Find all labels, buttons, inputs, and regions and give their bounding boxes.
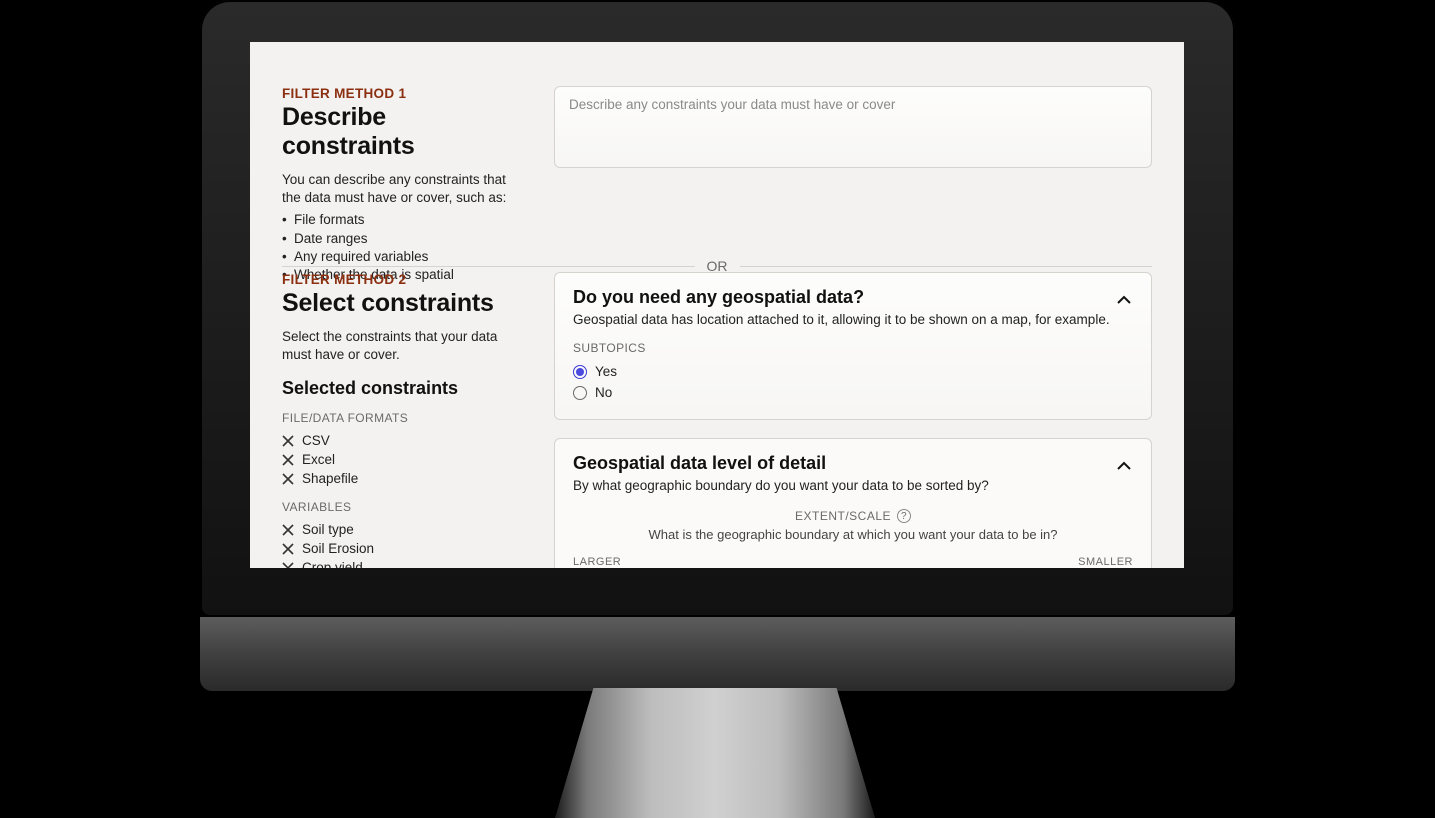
bullet: File formats	[294, 211, 514, 229]
radio-icon	[573, 386, 587, 400]
constraints-textarea[interactable]: Describe any constraints your data must …	[554, 86, 1152, 168]
left-panel-2: FILTER METHOD 2 Select constraints Selec…	[282, 272, 514, 568]
close-icon[interactable]	[282, 473, 294, 485]
chip-label: Soil Erosion	[302, 541, 374, 556]
chip-label: Crop yield	[302, 560, 363, 568]
extent-scale-hint: What is the geographic boundary at which…	[573, 527, 1133, 542]
geo-detail-sub: By what geographic boundary do you want …	[573, 477, 989, 495]
app-screen: FILTER METHOD 1 Describe constraints You…	[250, 42, 1184, 568]
chip-label: Soil type	[302, 522, 354, 537]
chevron-up-icon[interactable]	[1115, 457, 1133, 475]
selected-constraints-title: Selected constraints	[282, 378, 514, 399]
geospatial-question-card: Do you need any geospatial data? Geospat…	[554, 272, 1152, 420]
monitor-stand	[555, 688, 875, 818]
constraint-chip: Shapefile	[282, 469, 514, 488]
constraint-chip: Soil Erosion	[282, 539, 514, 558]
geo-detail-title: Geospatial data level of detail	[573, 453, 989, 474]
radio-yes[interactable]: Yes	[573, 361, 1133, 382]
close-icon[interactable]	[282, 524, 294, 536]
radio-label: Yes	[595, 364, 617, 379]
variables-label: VARIABLES	[282, 500, 514, 514]
method1-desc: You can describe any constraints that th…	[282, 171, 514, 207]
scale-larger-label: LARGER	[573, 556, 621, 568]
constraint-chip: Excel	[282, 450, 514, 469]
close-icon[interactable]	[282, 562, 294, 568]
method1-eyebrow: FILTER METHOD 1	[282, 86, 514, 101]
close-icon[interactable]	[282, 454, 294, 466]
geospatial-detail-card: Geospatial data level of detail By what …	[554, 438, 1152, 568]
method2-eyebrow: FILTER METHOD 2	[282, 272, 514, 287]
textarea-placeholder: Describe any constraints your data must …	[569, 97, 895, 112]
extent-scale-label: EXTENT/SCALE ?	[573, 509, 1133, 523]
scale-smaller-label: SMALLER	[1078, 556, 1133, 568]
geo-question-sub: Geospatial data has location attached to…	[573, 311, 1110, 329]
chevron-up-icon[interactable]	[1115, 291, 1133, 309]
chip-label: Shapefile	[302, 471, 358, 486]
monitor-chin	[200, 617, 1235, 691]
method1-title: Describe constraints	[282, 103, 514, 161]
subtopics-label: SUBTOPICS	[573, 341, 1133, 355]
radio-no[interactable]: No	[573, 382, 1133, 403]
radio-label: No	[595, 385, 612, 400]
chip-label: CSV	[302, 433, 330, 448]
close-icon[interactable]	[282, 435, 294, 447]
method2-desc: Select the constraints that your data mu…	[282, 328, 514, 364]
chip-label: Excel	[302, 452, 335, 467]
constraint-chip: CSV	[282, 431, 514, 450]
geo-question-title: Do you need any geospatial data?	[573, 287, 1110, 308]
constraint-chip: Crop yield	[282, 558, 514, 568]
method2-title: Select constraints	[282, 289, 514, 318]
close-icon[interactable]	[282, 543, 294, 555]
radio-icon	[573, 365, 587, 379]
constraint-chip: Soil type	[282, 520, 514, 539]
formats-label: FILE/DATA FORMATS	[282, 411, 514, 425]
help-icon[interactable]: ?	[897, 509, 911, 523]
